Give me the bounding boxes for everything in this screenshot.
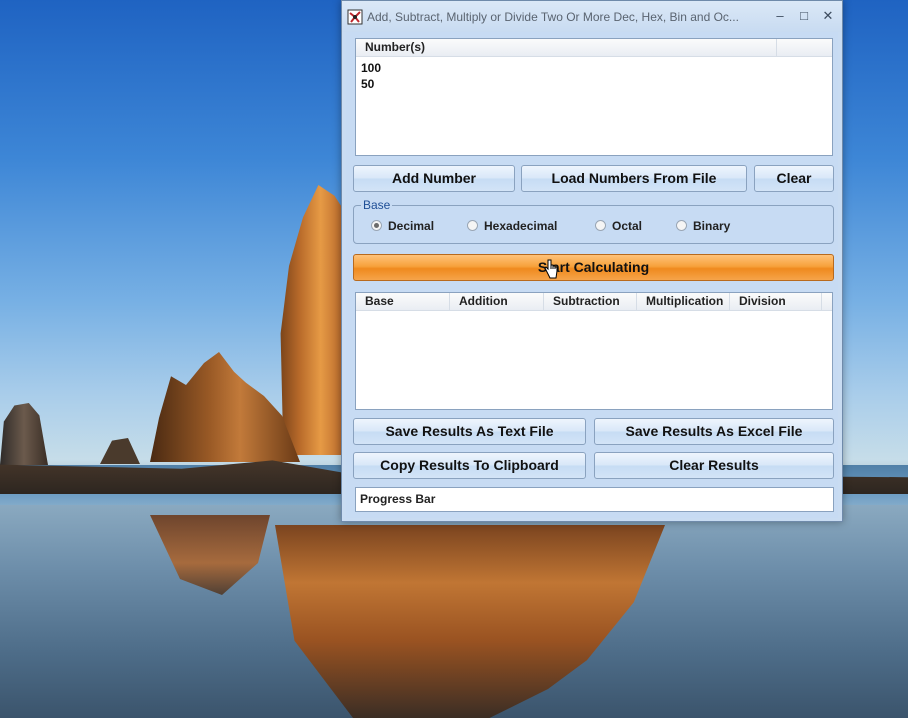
radio-unselected-icon	[595, 220, 606, 231]
maximize-button[interactable]: □	[795, 7, 813, 25]
numbers-list[interactable]: Number(s) 100 50	[355, 38, 833, 156]
radio-selected-icon	[371, 220, 382, 231]
numbers-list-header: Number(s)	[356, 39, 832, 57]
save-results-text-button[interactable]: Save Results As Text File	[353, 418, 586, 445]
clear-results-button[interactable]: Clear Results	[594, 452, 834, 479]
radio-label: Octal	[612, 219, 643, 233]
column-header-base[interactable]: Base	[356, 293, 450, 310]
wallpaper-rock-large	[280, 185, 345, 455]
numbers-column-header[interactable]: Number(s)	[356, 39, 777, 56]
radio-unselected-icon	[467, 220, 478, 231]
radio-decimal[interactable]: Decimal	[371, 219, 434, 235]
save-results-excel-button[interactable]: Save Results As Excel File	[594, 418, 834, 445]
column-header-addition[interactable]: Addition	[450, 293, 544, 310]
radio-hexadecimal[interactable]: Hexadecimal	[467, 219, 557, 235]
minimize-button[interactable]: –	[771, 7, 789, 25]
window-client-area: Number(s) 100 50 Add Number Load Numbers…	[346, 32, 838, 518]
radio-binary[interactable]: Binary	[676, 219, 730, 235]
results-table-header: Base Addition Subtraction Multiplication…	[356, 293, 832, 311]
wallpaper-rock-small	[100, 438, 140, 464]
app-icon	[347, 9, 363, 25]
radio-label: Binary	[693, 219, 731, 233]
base-group: Base Decimal Hexadecimal Octal Binary	[353, 198, 834, 244]
window-title: Add, Subtract, Multiply or Divide Two Or…	[367, 10, 739, 24]
clear-button[interactable]: Clear	[754, 165, 834, 192]
column-header-subtraction[interactable]: Subtraction	[544, 293, 637, 310]
results-table[interactable]: Base Addition Subtraction Multiplication…	[355, 292, 833, 410]
copy-results-clipboard-button[interactable]: Copy Results To Clipboard	[353, 452, 586, 479]
radio-label: Hexadecimal	[484, 219, 558, 233]
close-button[interactable]: ✕	[819, 7, 837, 25]
wallpaper-rock-medium	[150, 352, 300, 462]
progress-bar: Progress Bar	[355, 487, 834, 512]
hand-cursor-icon	[544, 259, 558, 279]
load-numbers-from-file-button[interactable]: Load Numbers From File	[521, 165, 747, 192]
column-header-division[interactable]: Division	[730, 293, 822, 310]
radio-octal[interactable]: Octal	[595, 219, 642, 235]
column-header-multiplication[interactable]: Multiplication	[637, 293, 730, 310]
title-bar[interactable]: Add, Subtract, Multiply or Divide Two Or…	[342, 1, 842, 32]
start-calculating-button[interactable]: Start Calculating	[353, 254, 834, 281]
wallpaper-rock-left	[0, 403, 48, 465]
add-number-button[interactable]: Add Number	[353, 165, 515, 192]
app-window: Add, Subtract, Multiply or Divide Two Or…	[341, 0, 843, 522]
list-item[interactable]: 50	[361, 77, 374, 91]
base-group-label: Base	[361, 198, 393, 212]
radio-label: Decimal	[388, 219, 435, 233]
list-item[interactable]: 100	[361, 61, 381, 75]
radio-unselected-icon	[676, 220, 687, 231]
